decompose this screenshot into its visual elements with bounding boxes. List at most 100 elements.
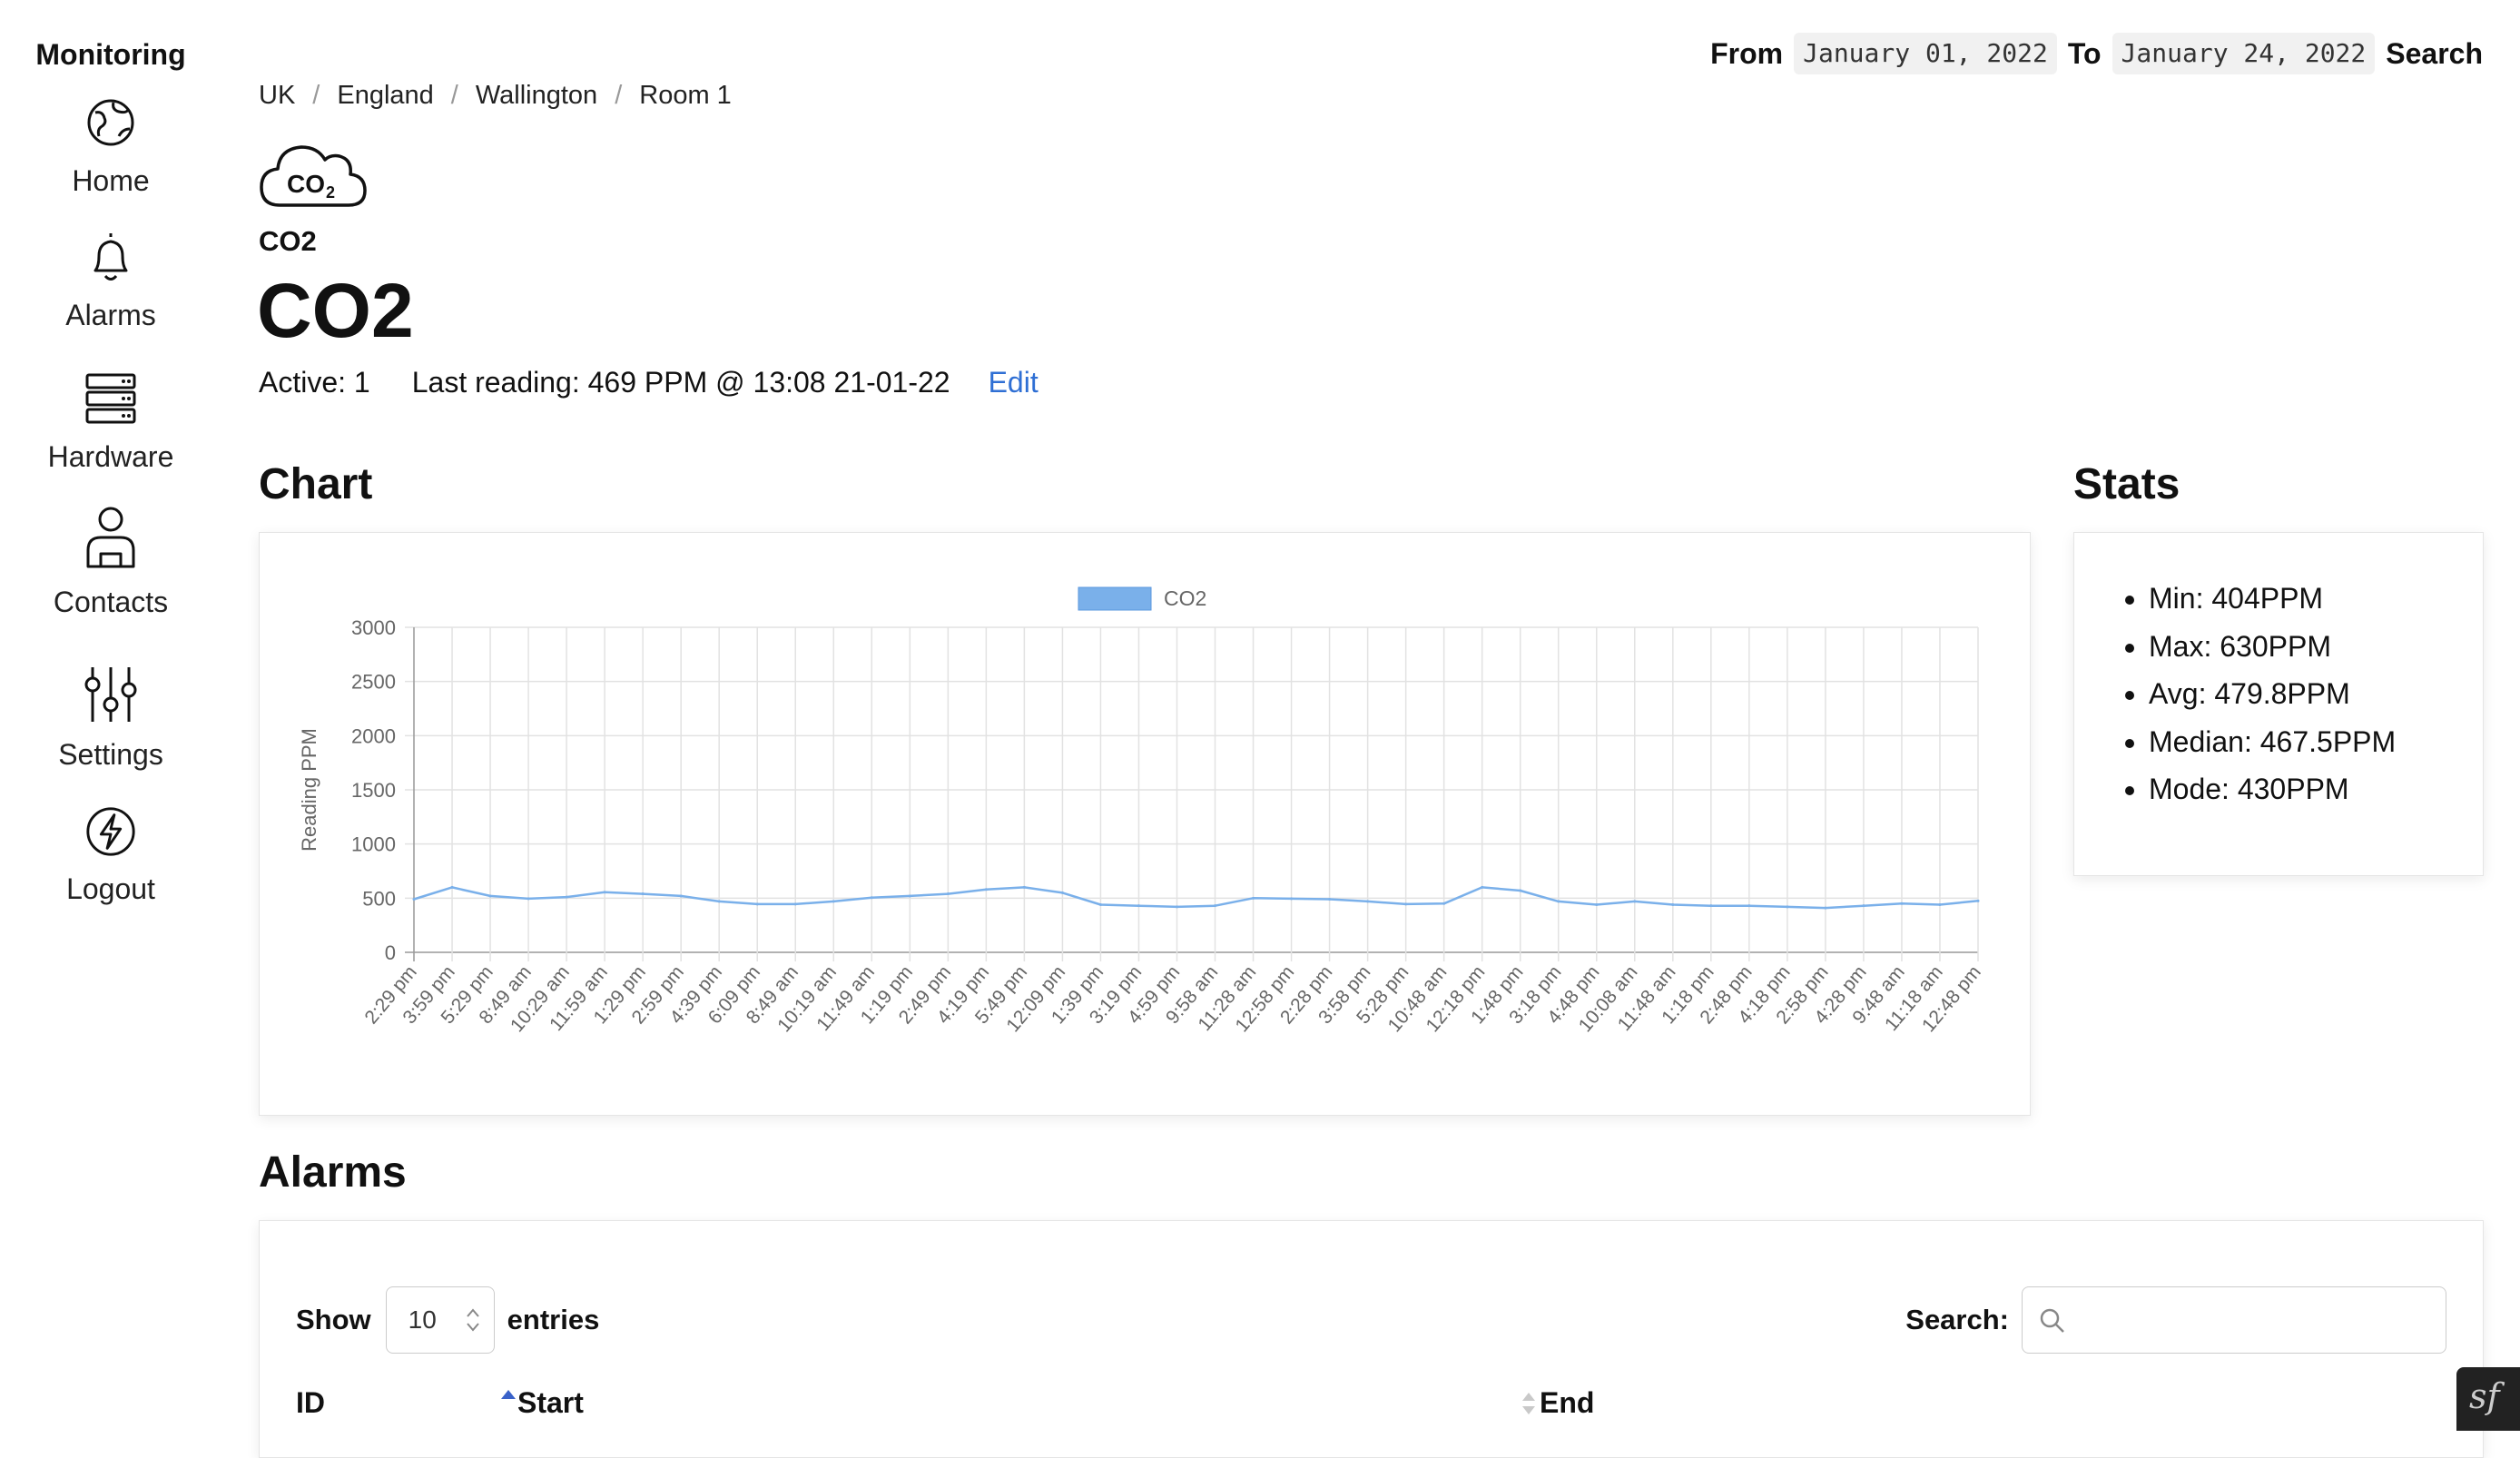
data-point <box>1098 902 1102 906</box>
data-point <box>1595 902 1599 906</box>
show-label: Show <box>296 1304 371 1335</box>
co2-icon-subscript: 2 <box>326 183 335 202</box>
data-point <box>1747 904 1751 908</box>
data-point <box>679 894 683 898</box>
y-tick-label: 500 <box>362 887 396 910</box>
data-point <box>1976 899 1980 902</box>
y-tick-label: 2000 <box>351 724 396 747</box>
bell-icon <box>94 233 128 281</box>
chart-card: 0 500 1000 1500 2000 2500 3000 2:29 pm 3:59 pm 5:… <box>259 532 2031 1116</box>
data-point <box>1214 904 1217 908</box>
sidebar: Monitoring Home Alarms Hardware Contacts <box>0 0 221 1431</box>
y-tick-label: 1500 <box>351 779 396 802</box>
data-point <box>1519 889 1522 892</box>
data-point <box>1442 901 1446 905</box>
page-length-control: Show 10 entries <box>296 1286 599 1354</box>
data-point <box>603 891 606 894</box>
to-date-field[interactable]: January 24, 2022 <box>2111 33 2376 74</box>
page-length-select[interactable]: 10 <box>385 1286 495 1354</box>
data-point <box>1862 904 1865 908</box>
breadcrumb: UK / England / Wallington / Room 1 <box>259 78 732 113</box>
data-point <box>793 902 797 906</box>
co2-line-chart: 0500100015002000250030002:29 pm3:59 pm5:… <box>298 586 1985 1036</box>
breadcrumb-separator: / <box>450 81 458 110</box>
breadcrumb-item-region[interactable]: England <box>337 78 433 113</box>
edit-link[interactable]: Edit <box>989 363 1039 401</box>
sliders-icon <box>84 667 137 722</box>
last-reading: Last reading: 469 PPM @ 13:08 21-01-22 <box>411 366 950 399</box>
data-point <box>1633 900 1637 903</box>
data-point <box>1366 900 1370 903</box>
entries-label: entries <box>507 1304 600 1335</box>
data-point <box>1137 904 1140 908</box>
sensor-meta: Active: 1 Last reading: 469 PPM @ 13:08 … <box>259 363 1039 401</box>
sidebar-item-label: Settings <box>58 738 163 771</box>
search-icon <box>2040 1308 2064 1333</box>
sidebar-item-hardware[interactable]: Hardware <box>0 370 221 474</box>
sidebar-item-label: Contacts <box>53 586 169 618</box>
data-point <box>908 894 911 898</box>
data-point <box>1252 896 1255 900</box>
stat-min: Min: 404PPM <box>2149 575 2483 623</box>
globe-icon <box>87 99 134 146</box>
sidebar-item-label: Logout <box>66 872 155 905</box>
stat-avg: Avg: 479.8PPM <box>2149 670 2483 718</box>
breadcrumb-separator: / <box>615 81 623 110</box>
y-tick-label: 3000 <box>351 616 396 639</box>
sidebar-item-alarms[interactable]: Alarms <box>0 229 221 332</box>
column-header-start[interactable]: Start <box>517 1383 584 1423</box>
data-point <box>1481 885 1484 889</box>
y-tick-label: 1000 <box>351 833 396 856</box>
y-tick-label: 2500 <box>351 671 396 694</box>
breadcrumb-item-country[interactable]: UK <box>259 78 295 113</box>
from-date-field[interactable]: January 01, 2022 <box>1794 33 2057 74</box>
data-point <box>870 896 873 900</box>
data-point <box>946 892 950 896</box>
stat-median: Median: 467.5PPM <box>2149 718 2483 766</box>
column-header-end[interactable]: End <box>1540 1383 1594 1423</box>
data-point <box>1557 900 1560 903</box>
sidebar-item-settings[interactable]: Settings <box>0 665 221 772</box>
data-point <box>488 894 492 898</box>
stats-card: Min: 404PPM Max: 630PPM Avg: 479.8PPM Me… <box>2073 532 2484 876</box>
search-label: Search: <box>1905 1304 2009 1335</box>
data-point <box>412 898 416 901</box>
sidebar-item-contacts[interactable]: Contacts <box>0 507 221 619</box>
page-length-value: 10 <box>408 1305 437 1334</box>
sidebar-item-logout[interactable]: Logout <box>0 804 221 906</box>
debug-toolbar-toggle[interactable]: sf <box>2456 1367 2520 1431</box>
breadcrumb-item-site[interactable]: Wallington <box>476 78 597 113</box>
data-point <box>1786 905 1789 909</box>
y-tick-label: 0 <box>385 941 396 964</box>
user-icon <box>86 507 135 568</box>
from-label: From <box>1710 36 1784 70</box>
data-point <box>1900 901 1904 905</box>
co2-icon-text: CO <box>287 170 325 198</box>
column-header-id[interactable]: ID <box>296 1383 325 1423</box>
stat-mode: Mode: 430PPM <box>2149 765 2483 813</box>
legend-swatch <box>1078 586 1152 611</box>
data-point <box>1328 898 1332 901</box>
data-point <box>450 885 454 889</box>
alarms-heading: Alarms <box>259 1148 407 1197</box>
data-point <box>832 900 835 903</box>
sort-asc-icon <box>501 1390 516 1399</box>
app-brand: Monitoring <box>35 38 186 71</box>
co2-cloud-icon: CO 2 <box>260 145 367 207</box>
date-range-bar: From January 01, 2022 To January 24, 202… <box>1710 33 2483 74</box>
alarms-card: Show 10 entries Search: ID Start End <box>259 1220 2484 1458</box>
data-point <box>755 902 759 906</box>
data-point <box>565 895 568 899</box>
data-point <box>1824 906 1827 910</box>
data-point <box>1404 902 1408 906</box>
column-header-label: End <box>1540 1386 1595 1419</box>
column-header-label: ID <box>296 1386 325 1419</box>
data-point <box>1938 902 1942 906</box>
search-button[interactable]: Search <box>2386 37 2483 71</box>
data-point <box>1290 897 1294 901</box>
lightning-icon <box>86 807 135 856</box>
server-icon <box>85 373 136 424</box>
table-search-input[interactable] <box>2022 1286 2446 1354</box>
sensor-type-label: CO2 <box>259 225 317 257</box>
sidebar-item-home[interactable]: Home <box>0 94 221 198</box>
